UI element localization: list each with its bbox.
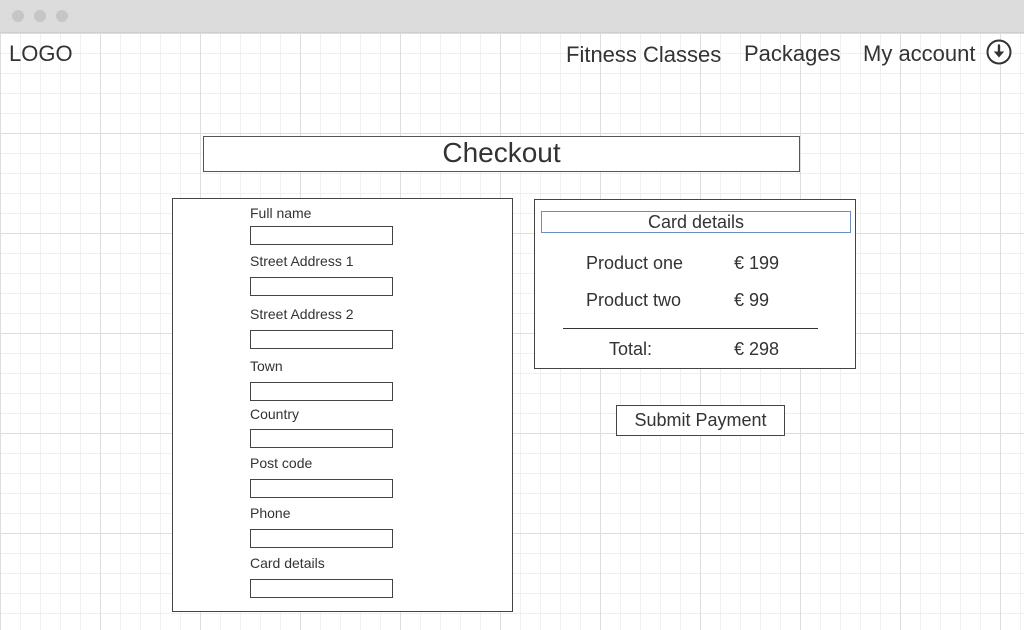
country-label: Country xyxy=(250,406,300,422)
nav-fitness-classes[interactable]: Fitness Classes xyxy=(566,41,721,69)
window-close-dot[interactable] xyxy=(12,10,24,22)
town-label: Town xyxy=(250,358,283,374)
product-price: € 199 xyxy=(734,253,780,273)
full-name-label: Full name xyxy=(250,205,312,221)
total-label: Total: xyxy=(609,339,653,359)
country-input[interactable] xyxy=(250,429,393,448)
card-details-header: Card details xyxy=(541,211,851,233)
window-minimize-dot[interactable] xyxy=(34,10,46,22)
nav-packages[interactable]: Packages xyxy=(744,40,841,68)
street-address-1-input[interactable] xyxy=(250,277,393,296)
card-details-label: Card details xyxy=(250,555,325,571)
summary-divider xyxy=(563,328,818,329)
window-title-bar xyxy=(0,0,1024,33)
post-code-label: Post code xyxy=(250,455,313,471)
full-name-input[interactable] xyxy=(250,226,393,245)
phone-input[interactable] xyxy=(250,529,393,548)
product-name: Product one xyxy=(586,253,684,273)
product-price: € 99 xyxy=(734,290,770,310)
submit-payment-button[interactable]: Submit Payment xyxy=(616,405,785,436)
post-code-input[interactable] xyxy=(250,479,393,498)
phone-label: Phone xyxy=(250,505,291,521)
page-title: Checkout xyxy=(203,136,800,172)
product-name: Product two xyxy=(586,290,682,310)
card-details-input[interactable] xyxy=(250,579,393,598)
download-circle-icon[interactable] xyxy=(986,39,1012,65)
street-address-1-label: Street Address 1 xyxy=(250,253,354,269)
site-logo[interactable]: LOGO xyxy=(9,41,73,67)
street-address-2-label: Street Address 2 xyxy=(250,306,354,322)
total-value: € 298 xyxy=(734,339,780,359)
nav-my-account[interactable]: My account xyxy=(863,40,976,68)
town-input[interactable] xyxy=(250,382,393,401)
street-address-2-input[interactable] xyxy=(250,330,393,349)
window-maximize-dot[interactable] xyxy=(56,10,68,22)
